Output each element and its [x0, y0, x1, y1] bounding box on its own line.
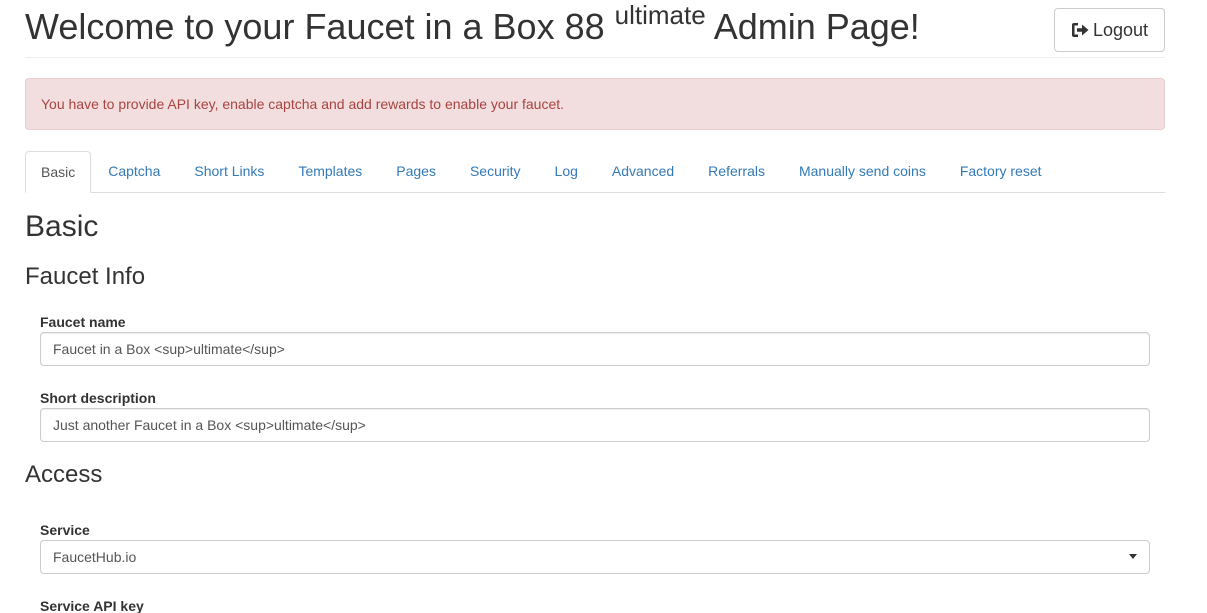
- page-title: Welcome to your Faucet in a Box 88 ultim…: [25, 2, 920, 50]
- tab-basic[interactable]: Basic: [25, 151, 92, 193]
- tab-captcha[interactable]: Captcha: [91, 151, 177, 192]
- admin-page: Welcome to your Faucet in a Box 88 ultim…: [0, 0, 1207, 613]
- tab-factory-reset[interactable]: Factory reset: [943, 151, 1059, 192]
- faucet-name-label: Faucet name: [40, 314, 126, 330]
- title-text-start: Welcome to your Faucet in a Box 88: [25, 6, 615, 47]
- tab-referrals[interactable]: Referrals: [691, 151, 782, 192]
- tab-log[interactable]: Log: [538, 151, 595, 192]
- service-api-key-label: Service API key: [40, 598, 144, 613]
- logout-button[interactable]: Logout: [1054, 8, 1165, 52]
- caret-down-icon: [1129, 554, 1137, 559]
- section-heading-faucet-info: Faucet Info: [25, 263, 146, 290]
- tab-security[interactable]: Security: [453, 151, 538, 192]
- section-heading-access: Access: [25, 461, 103, 488]
- alert-text: You have to provide API key, enable capt…: [41, 96, 565, 112]
- warning-alert: You have to provide API key, enable capt…: [25, 78, 1165, 130]
- title-text-end: Admin Page!: [705, 6, 920, 47]
- tab-pages[interactable]: Pages: [379, 151, 453, 192]
- service-selected-value: FaucetHub.io: [53, 549, 137, 565]
- short-description-input[interactable]: [40, 408, 1150, 442]
- logout-label: Logout: [1092, 19, 1149, 40]
- page-header: Welcome to your Faucet in a Box 88 ultim…: [25, 0, 1165, 58]
- admin-tabs: Basic Captcha Short Links Templates Page…: [25, 150, 1165, 193]
- service-label: Service: [40, 522, 90, 538]
- service-select[interactable]: FaucetHub.io: [40, 540, 1150, 574]
- section-heading-basic: Basic: [25, 210, 99, 243]
- tab-advanced[interactable]: Advanced: [595, 151, 691, 192]
- short-description-label: Short description: [40, 390, 156, 406]
- tab-templates[interactable]: Templates: [281, 151, 379, 192]
- tab-manually-send-coins[interactable]: Manually send coins: [782, 151, 943, 192]
- faucet-name-input[interactable]: [40, 332, 1150, 366]
- title-superscript: ultimate: [614, 0, 706, 30]
- sign-out-icon: [1071, 22, 1090, 38]
- tab-short-links[interactable]: Short Links: [177, 151, 281, 192]
